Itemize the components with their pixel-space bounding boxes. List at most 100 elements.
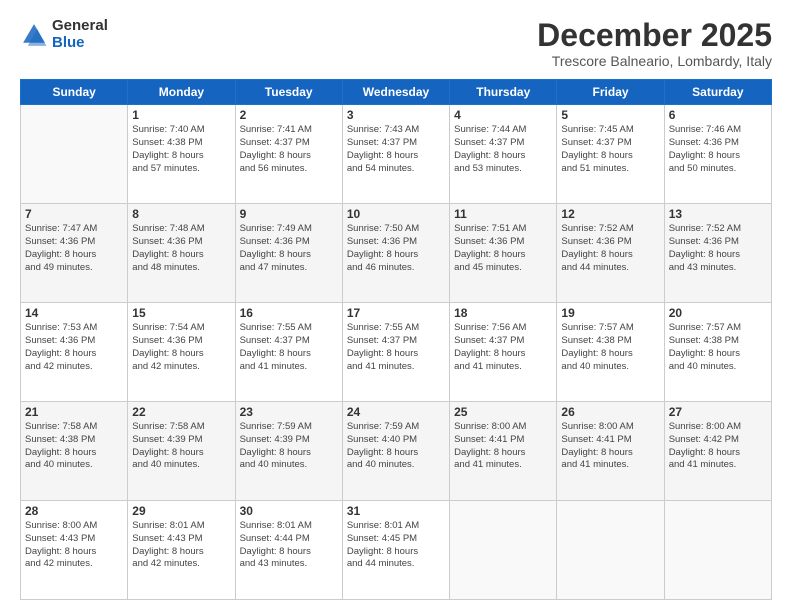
day-info: Sunrise: 8:00 AM Sunset: 4:41 PM Dayligh… [561,421,659,472]
day-number: 15 [132,306,230,320]
day-info: Sunrise: 8:00 AM Sunset: 4:42 PM Dayligh… [669,421,767,472]
day-info: Sunrise: 8:00 AM Sunset: 4:41 PM Dayligh… [454,421,552,472]
col-thursday: Thursday [450,80,557,105]
day-info: Sunrise: 7:46 AM Sunset: 4:36 PM Dayligh… [669,124,767,175]
table-row: 14 Sunrise: 7:53 AM Sunset: 4:36 PM Dayli… [21,303,128,402]
day-info: Sunrise: 8:01 AM Sunset: 4:45 PM Dayligh… [347,520,445,571]
table-row: 1 Sunrise: 7:40 AM Sunset: 4:38 PM Daylig… [128,105,235,204]
table-row: 23Sunrise: 7:59 AM Sunset: 4:39 PM Dayli… [235,402,342,501]
table-row [21,105,128,204]
table-row: 8 Sunrise: 7:48 AM Sunset: 4:36 PM Daylig… [128,204,235,303]
day-info: Sunrise: 7:57 AM Sunset: 4:38 PM Dayligh… [561,322,659,373]
table-row: 25 Sunrise: 8:00 AM Sunset: 4:41 PM Dayli… [450,402,557,501]
day-info: Sunrise: 8:01 AM Sunset: 4:44 PM Dayligh… [240,520,338,571]
day-number: 12 [561,207,659,221]
header: General Blue December 2025 Trescore Baln… [20,18,772,69]
calendar-week-row: 14 Sunrise: 7:53 AM Sunset: 4:36 PM Dayli… [21,303,772,402]
table-row: 10Sunrise: 7:50 AM Sunset: 4:36 PM Dayli… [342,204,449,303]
title-block: December 2025 Trescore Balneario, Lombar… [537,18,772,69]
col-tuesday: Tuesday [235,80,342,105]
table-row: 11 Sunrise: 7:51 AM Sunset: 4:36 PM Dayli… [450,204,557,303]
table-row [664,501,771,600]
day-number: 26 [561,405,659,419]
table-row: 26 Sunrise: 8:00 AM Sunset: 4:41 PM Dayli… [557,402,664,501]
table-row: 19 Sunrise: 7:57 AM Sunset: 4:38 PM Dayli… [557,303,664,402]
table-row: 3Sunrise: 7:43 AM Sunset: 4:37 PM Daylig… [342,105,449,204]
col-monday: Monday [128,80,235,105]
table-row: 5 Sunrise: 7:45 AM Sunset: 4:37 PM Daylig… [557,105,664,204]
calendar-body: 1 Sunrise: 7:40 AM Sunset: 4:38 PM Daylig… [21,105,772,600]
day-number: 2 [240,108,338,122]
table-row: 15 Sunrise: 7:54 AM Sunset: 4:36 PM Dayli… [128,303,235,402]
calendar-week-row: 1 Sunrise: 7:40 AM Sunset: 4:38 PM Daylig… [21,105,772,204]
day-number: 27 [669,405,767,419]
day-info: Sunrise: 7:45 AM Sunset: 4:37 PM Dayligh… [561,124,659,175]
day-number: 6 [669,108,767,122]
day-info: Sunrise: 7:52 AM Sunset: 4:36 PM Dayligh… [669,223,767,274]
calendar-week-row: 7 Sunrise: 7:47 AM Sunset: 4:36 PM Daylig… [21,204,772,303]
calendar-week-row: 28 Sunrise: 8:00 AM Sunset: 4:43 PM Dayli… [21,501,772,600]
table-row: 17 Sunrise: 7:55 AM Sunset: 4:37 PM Dayli… [342,303,449,402]
day-info: Sunrise: 7:56 AM Sunset: 4:37 PM Dayligh… [454,322,552,373]
day-number: 20 [669,306,767,320]
day-number: 7 [25,207,123,221]
day-info: Sunrise: 7:51 AM Sunset: 4:36 PM Dayligh… [454,223,552,274]
table-row: 31 Sunrise: 8:01 AM Sunset: 4:45 PM Dayli… [342,501,449,600]
day-number: 28 [25,504,123,518]
table-row: 7 Sunrise: 7:47 AM Sunset: 4:36 PM Daylig… [21,204,128,303]
day-number: 11 [454,207,552,221]
table-row: 30Sunrise: 8:01 AM Sunset: 4:44 PM Dayli… [235,501,342,600]
day-info: Sunrise: 7:41 AM Sunset: 4:37 PM Dayligh… [240,124,338,175]
day-number: 18 [454,306,552,320]
table-row: 18 Sunrise: 7:56 AM Sunset: 4:37 PM Dayli… [450,303,557,402]
day-info: Sunrise: 7:49 AM Sunset: 4:36 PM Dayligh… [240,223,338,274]
day-info: Sunrise: 7:53 AM Sunset: 4:36 PM Dayligh… [25,322,123,373]
day-number: 16 [240,306,338,320]
day-info: Sunrise: 7:48 AM Sunset: 4:36 PM Dayligh… [132,223,230,274]
table-row: 24 Sunrise: 7:59 AM Sunset: 4:40 PM Dayli… [342,402,449,501]
day-number: 1 [132,108,230,122]
table-row: 22Sunrise: 7:58 AM Sunset: 4:39 PM Dayli… [128,402,235,501]
table-row: 13 Sunrise: 7:52 AM Sunset: 4:36 PM Dayli… [664,204,771,303]
logo-blue: Blue [52,35,108,52]
table-row: 27 Sunrise: 8:00 AM Sunset: 4:42 PM Dayli… [664,402,771,501]
table-row: 4Sunrise: 7:44 AM Sunset: 4:37 PM Daylig… [450,105,557,204]
day-number: 9 [240,207,338,221]
table-row: 20 Sunrise: 7:57 AM Sunset: 4:38 PM Dayli… [664,303,771,402]
day-number: 5 [561,108,659,122]
day-info: Sunrise: 7:54 AM Sunset: 4:36 PM Dayligh… [132,322,230,373]
day-number: 14 [25,306,123,320]
calendar-header-row: Sunday Monday Tuesday Wednesday Thursday… [21,80,772,105]
day-number: 29 [132,504,230,518]
day-info: Sunrise: 7:59 AM Sunset: 4:40 PM Dayligh… [347,421,445,472]
day-number: 31 [347,504,445,518]
day-info: Sunrise: 7:55 AM Sunset: 4:37 PM Dayligh… [347,322,445,373]
table-row: 21Sunrise: 7:58 AM Sunset: 4:38 PM Dayli… [21,402,128,501]
day-number: 25 [454,405,552,419]
day-info: Sunrise: 7:59 AM Sunset: 4:39 PM Dayligh… [240,421,338,472]
col-saturday: Saturday [664,80,771,105]
table-row [450,501,557,600]
day-number: 13 [669,207,767,221]
day-number: 19 [561,306,659,320]
day-number: 8 [132,207,230,221]
calendar-week-row: 21Sunrise: 7:58 AM Sunset: 4:38 PM Dayli… [21,402,772,501]
day-number: 17 [347,306,445,320]
table-row: 12 Sunrise: 7:52 AM Sunset: 4:36 PM Dayli… [557,204,664,303]
day-number: 24 [347,405,445,419]
table-row: 16 Sunrise: 7:55 AM Sunset: 4:37 PM Dayli… [235,303,342,402]
table-row: 28 Sunrise: 8:00 AM Sunset: 4:43 PM Dayli… [21,501,128,600]
day-info: Sunrise: 7:44 AM Sunset: 4:37 PM Dayligh… [454,124,552,175]
col-friday: Friday [557,80,664,105]
day-info: Sunrise: 7:47 AM Sunset: 4:36 PM Dayligh… [25,223,123,274]
day-info: Sunrise: 7:52 AM Sunset: 4:36 PM Dayligh… [561,223,659,274]
day-info: Sunrise: 8:00 AM Sunset: 4:43 PM Dayligh… [25,520,123,571]
col-sunday: Sunday [21,80,128,105]
table-row: 9 Sunrise: 7:49 AM Sunset: 4:36 PM Daylig… [235,204,342,303]
col-wednesday: Wednesday [342,80,449,105]
page: General Blue December 2025 Trescore Baln… [0,0,792,612]
day-info: Sunrise: 7:40 AM Sunset: 4:38 PM Dayligh… [132,124,230,175]
table-row: 6 Sunrise: 7:46 AM Sunset: 4:36 PM Daylig… [664,105,771,204]
day-info: Sunrise: 7:57 AM Sunset: 4:38 PM Dayligh… [669,322,767,373]
day-info: Sunrise: 7:55 AM Sunset: 4:37 PM Dayligh… [240,322,338,373]
